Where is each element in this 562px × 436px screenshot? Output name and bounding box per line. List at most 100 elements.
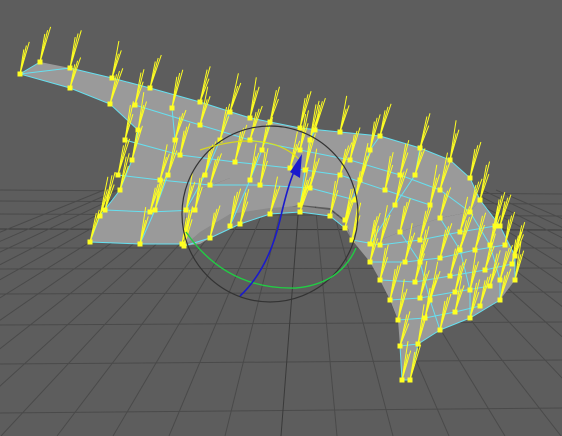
mesh-vertex[interactable]: [497, 223, 503, 229]
mesh-vertex[interactable]: [115, 172, 121, 178]
mesh-vertex[interactable]: [102, 207, 108, 213]
mesh-vertex[interactable]: [367, 259, 373, 265]
mesh-vertex[interactable]: [227, 109, 233, 115]
mesh-vertex[interactable]: [165, 172, 171, 178]
mesh-vertex[interactable]: [267, 119, 273, 125]
mesh-vertex[interactable]: [237, 221, 243, 227]
mesh-vertex[interactable]: [247, 137, 253, 143]
mesh-vertex[interactable]: [417, 237, 423, 243]
mesh-vertex[interactable]: [87, 239, 93, 245]
mesh-vertex[interactable]: [457, 247, 463, 253]
mesh-vertex[interactable]: [397, 343, 403, 349]
mesh-vertex[interactable]: [117, 187, 123, 193]
mesh-vertex[interactable]: [227, 223, 233, 229]
mesh-vertex[interactable]: [147, 85, 153, 91]
mesh-vertex[interactable]: [452, 309, 458, 315]
mesh-vertex[interactable]: [197, 122, 203, 128]
mesh-vertex[interactable]: [397, 172, 403, 178]
mesh-vertex[interactable]: [169, 105, 175, 111]
mesh-vertex[interactable]: [512, 277, 518, 283]
mesh-vertex[interactable]: [412, 279, 418, 285]
mesh-vertex[interactable]: [467, 209, 473, 215]
mesh-vertex[interactable]: [477, 197, 483, 203]
mesh-vertex[interactable]: [152, 207, 158, 213]
mesh-vertex[interactable]: [192, 207, 198, 213]
mesh-vertex[interactable]: [367, 147, 373, 153]
mesh-vertex[interactable]: [437, 255, 443, 261]
mesh-vertex[interactable]: [412, 172, 418, 178]
mesh-vertex[interactable]: [17, 71, 23, 77]
mesh-vertex[interactable]: [297, 209, 303, 215]
mesh-vertex[interactable]: [132, 102, 138, 108]
mesh-vertex[interactable]: [67, 85, 73, 91]
mesh-vertex[interactable]: [137, 241, 143, 247]
mesh-vertex[interactable]: [297, 125, 303, 131]
mesh-vertex[interactable]: [447, 157, 453, 163]
mesh-vertex[interactable]: [397, 229, 403, 235]
mesh-vertex[interactable]: [367, 241, 373, 247]
mesh-vertex[interactable]: [415, 341, 421, 347]
mesh-vertex[interactable]: [422, 315, 428, 321]
mesh-vertex[interactable]: [457, 229, 463, 235]
mesh-vertex[interactable]: [207, 235, 213, 241]
mesh-vertex[interactable]: [357, 177, 363, 183]
mesh-vertex[interactable]: [482, 267, 488, 273]
mesh-vertex[interactable]: [347, 157, 353, 163]
mesh-vertex[interactable]: [395, 317, 401, 323]
mesh-vertex[interactable]: [327, 213, 333, 219]
mesh-vertex[interactable]: [377, 277, 383, 283]
mesh-vertex[interactable]: [181, 243, 187, 249]
mesh-vertex[interactable]: [427, 202, 433, 208]
mesh-vertex[interactable]: [259, 147, 265, 153]
mesh-vertex[interactable]: [147, 209, 153, 215]
mesh-vertex[interactable]: [207, 182, 213, 188]
mesh-vertex[interactable]: [342, 217, 348, 223]
mesh-vertex[interactable]: [437, 187, 443, 193]
mesh-vertex[interactable]: [512, 253, 518, 259]
mesh-vertex[interactable]: [417, 259, 423, 265]
mesh-vertex[interactable]: [492, 223, 498, 229]
mesh-vertex[interactable]: [302, 167, 308, 173]
mesh-vertex[interactable]: [183, 207, 189, 213]
mesh-vertex[interactable]: [37, 59, 43, 65]
mesh-vertex[interactable]: [135, 127, 141, 133]
mesh-vertex[interactable]: [97, 213, 103, 219]
mesh-vertex[interactable]: [417, 145, 423, 151]
mesh-vertex[interactable]: [437, 327, 443, 333]
mesh-vertex[interactable]: [307, 185, 313, 191]
mesh-vertex[interactable]: [502, 242, 508, 248]
mesh-vertex[interactable]: [437, 215, 443, 221]
mesh-vertex[interactable]: [307, 137, 313, 143]
mesh-vertex[interactable]: [172, 137, 178, 143]
mesh-vertex[interactable]: [402, 259, 408, 265]
mesh-vertex[interactable]: [477, 303, 483, 309]
viewport-3d[interactable]: [0, 0, 562, 436]
mesh-vertex[interactable]: [467, 175, 473, 181]
mesh-vertex[interactable]: [377, 133, 383, 139]
mesh-vertex[interactable]: [312, 127, 318, 133]
mesh-vertex[interactable]: [232, 159, 238, 165]
mesh-vertex[interactable]: [407, 377, 413, 383]
mesh-vertex[interactable]: [67, 65, 73, 71]
mesh-vertex[interactable]: [472, 247, 478, 253]
mesh-vertex[interactable]: [109, 75, 115, 81]
mesh-vertex[interactable]: [177, 152, 183, 158]
mesh-vertex[interactable]: [107, 101, 113, 107]
mesh-vertex[interactable]: [509, 261, 515, 267]
mesh-vertex[interactable]: [247, 177, 253, 183]
mesh-vertex[interactable]: [342, 225, 348, 231]
mesh-vertex[interactable]: [452, 289, 458, 295]
mesh-vertex[interactable]: [202, 172, 208, 178]
mesh-vertex[interactable]: [387, 297, 393, 303]
mesh-vertex[interactable]: [382, 187, 388, 193]
mesh-vertex[interactable]: [377, 242, 383, 248]
mesh-vertex[interactable]: [467, 287, 473, 293]
mesh-vertex[interactable]: [267, 211, 273, 217]
mesh-vertex[interactable]: [247, 115, 253, 121]
mesh-vertex[interactable]: [297, 147, 303, 153]
mesh-vertex[interactable]: [417, 295, 423, 301]
mesh-vertex[interactable]: [399, 377, 405, 383]
mesh-vertex[interactable]: [129, 157, 135, 163]
mesh-vertex[interactable]: [392, 202, 398, 208]
mesh-vertex[interactable]: [427, 297, 433, 303]
